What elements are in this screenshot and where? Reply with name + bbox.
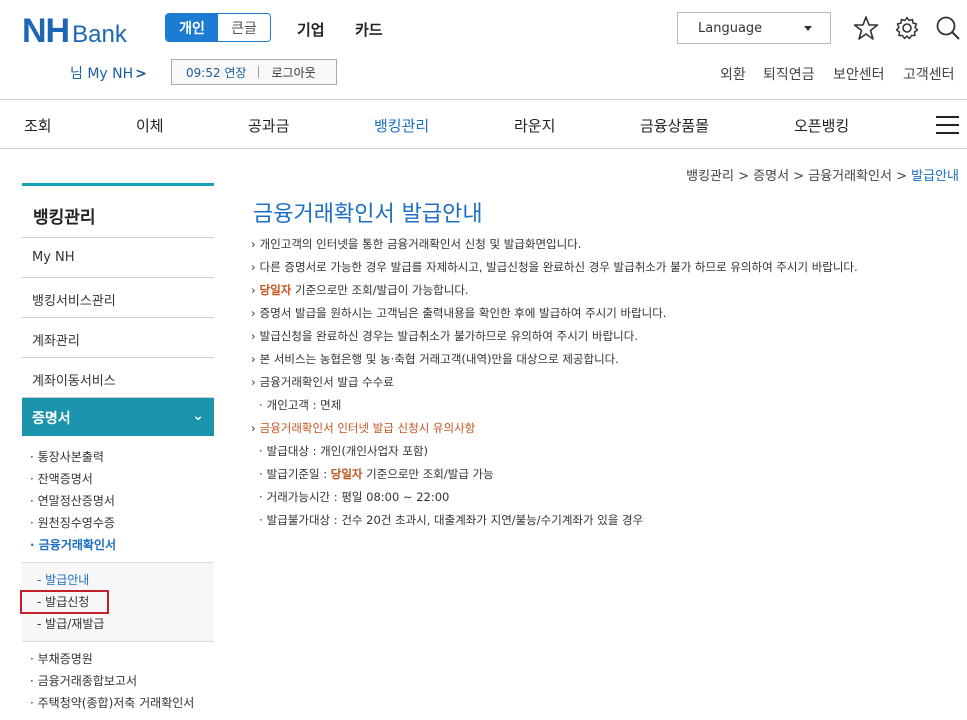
util-link-pension[interactable]: 퇴직연금 (763, 64, 815, 84)
breadcrumb-separator: > (793, 169, 805, 184)
sidebar-item-account-management[interactable]: 계좌관리 (22, 318, 214, 358)
logout-button[interactable]: 로그아웃 (259, 64, 315, 81)
breadcrumb-item[interactable]: 금융거래확인서 (808, 169, 892, 184)
view-mode-toggle: 개인 큰글 (165, 13, 271, 42)
submenu-bankbook-copy[interactable]: · 통장사본출력 (22, 446, 214, 468)
info-line: › 개인고객의 인터넷을 통한 금융거래확인서 신청 및 발급화면입니다. (251, 237, 582, 251)
breadcrumb-item[interactable]: 뱅킹관리 (686, 169, 734, 184)
submenu-debt-certificate[interactable]: · 부채증명원 (22, 648, 214, 670)
notice-detail: · 발급불가대상 : 건수 20건 초과시, 대출계좌가 지연/불능/수기계좌가 … (259, 513, 644, 527)
info-line: › 증명서 발급을 원하시는 고객님은 출력내용을 확인한 후에 발급하여 주시기… (251, 306, 667, 320)
search-icon[interactable] (935, 15, 961, 41)
language-select[interactable]: Language (677, 12, 831, 44)
nh-bank-logo[interactable]: NH Bank (22, 12, 127, 51)
info-line: › 당일자 기준으로만 조회/발급이 가능합니다. (251, 283, 469, 297)
topnav-corporate[interactable]: 기업 (297, 19, 325, 40)
sidebar-item-account-transfer[interactable]: 계좌이동서비스 (22, 358, 214, 398)
submenu-financial-report[interactable]: · 금융거래종합보고서 (22, 670, 214, 692)
notice-detail: · 발급기준일 : 당일자 기준으로만 조회/발급 가능 (259, 467, 494, 481)
breadcrumb-current: 발급안내 (911, 169, 959, 184)
nav-inquiry[interactable]: 조회 (24, 115, 52, 136)
fee-detail: · 개인고객 : 면제 (259, 398, 342, 412)
nav-financial-mall[interactable]: 금융상품몰 (640, 115, 709, 136)
gear-icon[interactable] (894, 15, 920, 41)
logo-nh-text: NH (22, 12, 70, 50)
breadcrumb-separator: > (896, 169, 908, 184)
nav-open-banking[interactable]: 오픈뱅킹 (794, 115, 849, 136)
submenu-balance-certificate[interactable]: · 잔액증명서 (22, 468, 214, 490)
user-arrow: > (135, 66, 147, 82)
sidebar: 뱅킹관리 My NH 뱅킹서비스관리 계좌관리 계좌이동서비스 증명서 ⌄ · … (20, 183, 214, 720)
util-link-security-center[interactable]: 보안센터 (833, 64, 885, 84)
language-label: Language (698, 20, 763, 36)
subsub-issue-reissue[interactable]: - 발급/재발급 (22, 613, 214, 635)
notice-heading: › 금융거래확인서 인터넷 발급 신청시 유의사항 (251, 421, 476, 435)
sidebar-item-certificates[interactable]: 증명서 ⌄ (22, 398, 214, 436)
sidebar-submenu-more: · 부채증명원 · 금융거래종합보고서 · 주택청약(종합)저축 거래확인서 (22, 642, 214, 720)
hamburger-menu-icon[interactable] (936, 116, 959, 134)
info-line: › 본 서비스는 농협은행 및 농·축협 거래고객(내역)만을 대상으로 제공합니… (251, 352, 619, 366)
info-line: › 다른 증명서로 가능한 경우 발급를 자제하시고, 발급신청을 완료하신 경우… (251, 260, 858, 274)
submenu-year-end-tax[interactable]: · 연말정산증명서 (22, 490, 214, 512)
nav-banking-management[interactable]: 뱅킹관리 (374, 115, 429, 136)
main-navigation: 조회 이체 공과금 뱅킹관리 라운지 금융상품몰 오픈뱅킹 (0, 99, 967, 149)
submenu-transaction-confirmation[interactable]: · 금융거래확인서 (22, 534, 214, 556)
sidebar-title: 뱅킹관리 (22, 186, 214, 238)
subsub-issue-guide[interactable]: - 발급안내 (22, 569, 214, 591)
user-menu[interactable]: 님 My NH > (70, 63, 147, 83)
sidebar-active-label: 증명서 (32, 411, 71, 427)
session-box: 09:52 연장 로그아웃 (171, 59, 337, 85)
sidebar-submenu: · 통장사본출력 · 잔액증명서 · 연말정산증명서 · 원천징수영수증 · 금… (22, 436, 214, 562)
session-extend-button[interactable]: 09:52 연장 (172, 64, 258, 81)
info-line: › 발급신청을 완료하신 경우는 발급취소가 불가하므로 유의하여 주시기 바랍니… (251, 329, 638, 343)
nav-utility-bills[interactable]: 공과금 (248, 115, 289, 136)
highlight-box (20, 590, 109, 614)
user-label: 님 My NH (70, 66, 134, 82)
page-title: 금융거래확인서 발급안내 (253, 202, 483, 227)
nav-transfer[interactable]: 이체 (136, 115, 164, 136)
content-body: › 개인고객의 인터넷을 통한 금융거래확인서 신청 및 발급화면입니다. › 다른… (251, 236, 951, 535)
sidebar-item-banking-service[interactable]: 뱅킹서비스관리 (22, 278, 214, 318)
sidebar-item-my-nh[interactable]: My NH (22, 238, 214, 278)
submenu-withholding-receipt[interactable]: · 원천징수영수증 (22, 512, 214, 534)
caret-down-icon (804, 25, 812, 31)
fee-heading: › 금융거래확인서 발급 수수료 (251, 375, 394, 389)
notice-detail: · 거래가능시간 : 평일 08:00 ~ 22:00 (259, 490, 450, 504)
submenu-housing-savings[interactable]: · 주택청약(종합)저축 거래확인서 (22, 692, 214, 714)
personal-mode-button[interactable]: 개인 (166, 14, 218, 41)
notice-detail: · 발급대상 : 개인(개인사업자 포함) (259, 444, 429, 458)
breadcrumb-separator: > (738, 169, 750, 184)
topnav-card[interactable]: 카드 (355, 19, 383, 40)
large-text-mode-button[interactable]: 큰글 (218, 14, 270, 41)
breadcrumb: 뱅킹관리 > 증명서 > 금융거래확인서 > 발급안내 (686, 165, 959, 184)
util-link-foreign-exchange[interactable]: 외환 (720, 64, 746, 84)
logo-bank-text: Bank (72, 21, 127, 48)
util-link-customer-center[interactable]: 고객센터 (903, 64, 955, 84)
star-icon[interactable] (853, 15, 879, 41)
breadcrumb-item[interactable]: 증명서 (753, 169, 789, 184)
nav-lounge[interactable]: 라운지 (514, 115, 555, 136)
sidebar-third-level: - 발급안내 - 발급신청 - 발급/재발급 (20, 562, 214, 642)
chevron-down-icon: ⌄ (192, 408, 204, 424)
